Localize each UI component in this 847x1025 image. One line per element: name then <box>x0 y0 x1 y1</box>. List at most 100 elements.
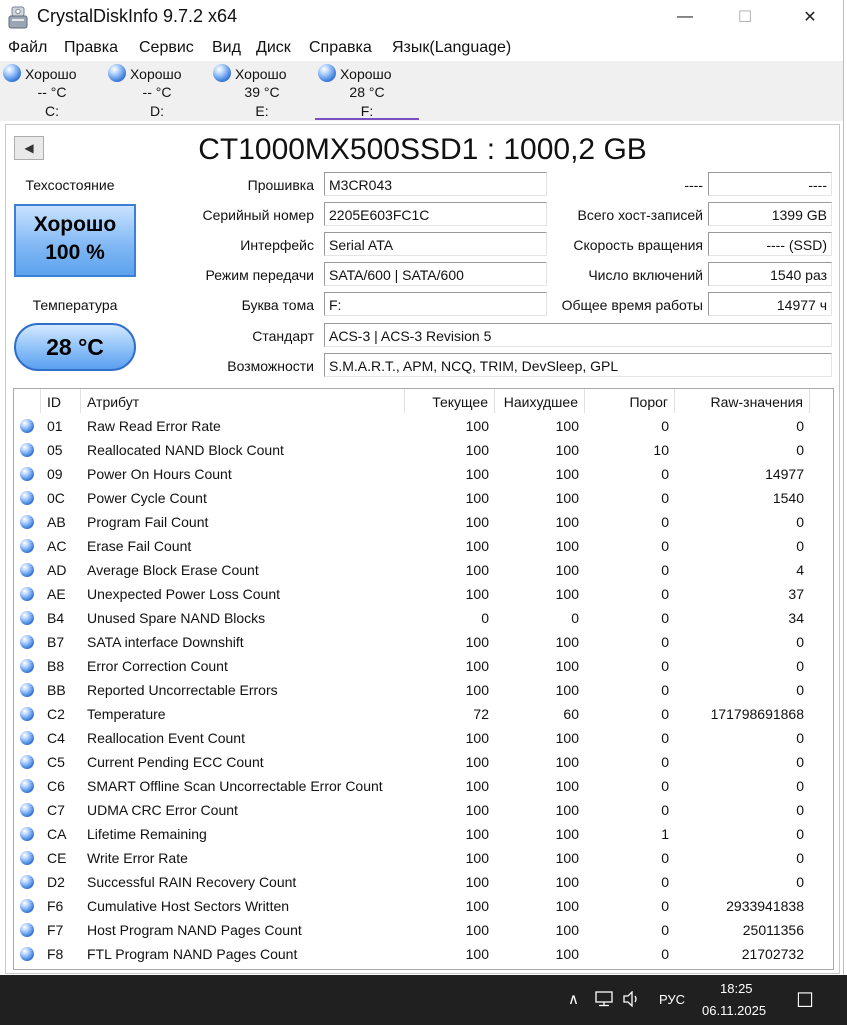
header-id[interactable]: ID <box>41 389 81 413</box>
health-ball-icon <box>3 64 21 82</box>
cell-threshold: 0 <box>661 850 669 866</box>
volume-icon[interactable] <box>622 991 642 1007</box>
smart-table[interactable]: ID Атрибут Текущее Наихудшее Порог Raw-з… <box>13 388 834 970</box>
table-row[interactable]: F6 Cumulative Host Sectors Written 100 100 0… <box>14 893 810 917</box>
cell-current: 100 <box>465 826 489 842</box>
table-row[interactable]: B8 Error Correction Count 100 100 0 0 <box>14 653 810 677</box>
cell-raw: 0 <box>796 418 804 434</box>
table-row[interactable]: F7 Host Program NAND Pages Count 100 100 0 25… <box>14 917 810 941</box>
menu-help[interactable]: Справка <box>309 39 372 57</box>
table-row[interactable]: F8 FTL Program NAND Pages Count 100 100 0 217… <box>14 941 810 965</box>
cell-attribute: Unexpected Power Loss Count <box>87 586 280 602</box>
cell-id: AE <box>47 586 66 602</box>
cell-attribute: Unused Spare NAND Blocks <box>87 610 266 626</box>
cell-worst: 100 <box>555 826 579 842</box>
status-dot-icon <box>20 539 34 553</box>
cell-worst: 100 <box>555 682 579 698</box>
cell-id: C2 <box>47 706 65 722</box>
cell-id: C5 <box>47 754 65 770</box>
title-bar: CrystalDiskInfo 9.7.2 x64 — ☐ ✕ <box>0 0 843 36</box>
network-icon[interactable] <box>594 991 614 1007</box>
drive-tab-f[interactable]: Хорошо 28 °C F: <box>315 61 419 121</box>
cell-worst: 100 <box>555 442 579 458</box>
table-row[interactable]: C7 UDMA CRC Error Count 100 100 0 0 <box>14 797 810 821</box>
table-row[interactable]: 01 Raw Read Error Rate 100 100 0 0 <box>14 413 810 437</box>
cell-attribute: Power On Hours Count <box>87 466 232 482</box>
cell-attribute: FTL Program NAND Pages Count <box>87 946 298 962</box>
cell-id: 0C <box>47 490 65 506</box>
cell-current: 100 <box>465 586 489 602</box>
chevron-up-icon[interactable]: ∧ <box>568 990 579 1008</box>
status-dot-icon <box>20 779 34 793</box>
notifications-icon[interactable]: ☐ <box>796 988 814 1013</box>
cell-id: BB <box>47 682 66 698</box>
menu-edit[interactable]: Правка <box>64 39 118 57</box>
table-row[interactable]: D2 Successful RAIN Recovery Count 100 100 0 0 <box>14 869 810 893</box>
window-title: CrystalDiskInfo 9.7.2 x64 <box>37 6 238 26</box>
menu-view[interactable]: Вид <box>212 39 241 57</box>
table-row[interactable]: C4 Reallocation Event Count 100 100 0 0 <box>14 725 810 749</box>
table-row[interactable]: AE Unexpected Power Loss Count 100 100 0 37 <box>14 581 810 605</box>
table-row[interactable]: 09 Power On Hours Count 100 100 0 14977 <box>14 461 810 485</box>
header-attribute[interactable]: Атрибут <box>81 389 405 413</box>
health-ball-icon <box>213 64 231 82</box>
clock-date[interactable]: 06.11.2025 <box>702 1003 766 1018</box>
maximize-button[interactable]: ☐ <box>722 0 768 34</box>
status-dot-icon <box>20 635 34 649</box>
table-row[interactable]: AB Program Fail Count 100 100 0 0 <box>14 509 810 533</box>
drive-letter: D: <box>150 103 164 119</box>
clock-time[interactable]: 18:25 <box>720 981 753 996</box>
temperature-badge[interactable]: 28 °C <box>14 323 136 371</box>
status-dot-icon <box>20 875 34 889</box>
minimize-button[interactable]: — <box>662 0 708 34</box>
table-row[interactable]: C5 Current Pending ECC Count 100 100 0 0 <box>14 749 810 773</box>
drive-tab-d[interactable]: Хорошо -- °C D: <box>105 61 209 121</box>
cell-worst: 100 <box>555 634 579 650</box>
status-dot-icon <box>20 707 34 721</box>
table-row[interactable]: C6 SMART Offline Scan Uncorrectable Error… <box>14 773 810 797</box>
header-worst[interactable]: Наихудшее <box>495 389 585 413</box>
table-row[interactable]: AD Average Block Erase Count 100 100 0 4 <box>14 557 810 581</box>
cell-current: 100 <box>465 466 489 482</box>
cell-raw: 0 <box>796 778 804 794</box>
cell-raw: 0 <box>796 634 804 650</box>
cell-worst: 100 <box>555 658 579 674</box>
header-threshold[interactable]: Порог <box>585 389 675 413</box>
cell-worst: 100 <box>555 874 579 890</box>
table-row[interactable]: CA Lifetime Remaining 100 100 1 0 <box>14 821 810 845</box>
table-row[interactable]: CE Write Error Rate 100 100 0 0 <box>14 845 810 869</box>
table-row[interactable]: 0C Power Cycle Count 100 100 0 1540 <box>14 485 810 509</box>
header-status[interactable] <box>14 389 41 413</box>
cell-attribute: Current Pending ECC Count <box>87 754 264 770</box>
table-row[interactable]: C2 Temperature 72 60 0 171798691868 <box>14 701 810 725</box>
table-row[interactable]: 05 Reallocated NAND Block Count 100 100 10 0 <box>14 437 810 461</box>
close-button[interactable]: ✕ <box>787 0 833 34</box>
cell-worst: 100 <box>555 850 579 866</box>
health-status-badge[interactable]: Хорошо 100 % <box>14 204 136 277</box>
input-language[interactable]: РУС <box>659 992 685 1007</box>
cell-worst: 100 <box>555 802 579 818</box>
menu-service[interactable]: Сервис <box>139 39 194 57</box>
cell-raw: 21702732 <box>741 946 804 962</box>
menu-file[interactable]: Файл <box>8 39 47 57</box>
drive-tab-e[interactable]: Хорошо 39 °C E: <box>210 61 314 121</box>
drive-tab-c[interactable]: Хорошо -- °C C: <box>0 61 104 121</box>
table-row[interactable]: AC Erase Fail Count 100 100 0 0 <box>14 533 810 557</box>
table-row[interactable]: BB Reported Uncorrectable Errors 100 100 0 0 <box>14 677 810 701</box>
table-row[interactable]: B7 SATA interface Downshift 100 100 0 0 <box>14 629 810 653</box>
table-row[interactable]: B4 Unused Spare NAND Blocks 0 0 0 34 <box>14 605 810 629</box>
cell-threshold: 0 <box>661 706 669 722</box>
cell-threshold: 0 <box>661 562 669 578</box>
status-dot-icon <box>20 467 34 481</box>
drive-letter: F: <box>360 103 374 119</box>
health-status-text: Хорошо <box>33 213 117 236</box>
cell-worst: 100 <box>555 586 579 602</box>
cell-threshold: 0 <box>661 658 669 674</box>
menu-disk[interactable]: Диск <box>256 39 291 57</box>
header-raw[interactable]: Raw-значения <box>675 389 810 413</box>
cell-threshold: 0 <box>661 514 669 530</box>
header-current[interactable]: Текущее <box>405 389 495 413</box>
menu-language[interactable]: Язык(Language) <box>392 39 511 57</box>
rotation-field: ---- (SSD) <box>708 232 832 256</box>
transfer-mode-label: Режим передачи <box>205 267 314 283</box>
